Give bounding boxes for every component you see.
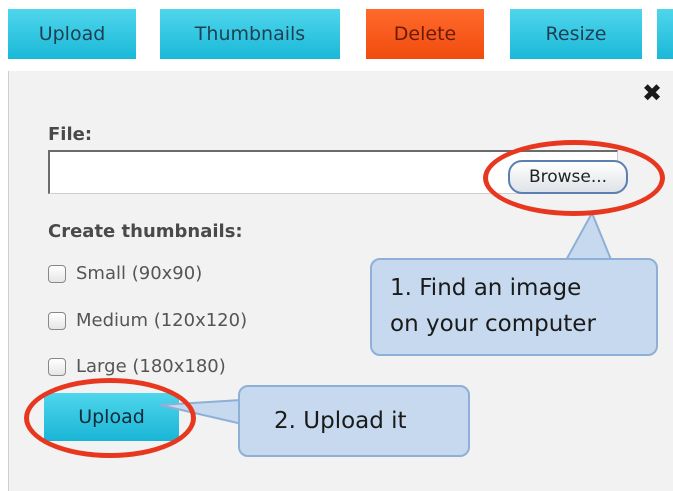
callout-find-image: 1. Find an image on your computer xyxy=(370,258,658,356)
callout-upload-it: 2. Upload it xyxy=(238,385,470,457)
callout1-line1: 1. Find an image xyxy=(390,275,582,301)
callout1-line2: on your computer xyxy=(390,311,596,337)
callout2-pointer xyxy=(159,398,243,426)
callout2-text: 2. Upload it xyxy=(274,408,407,434)
callout1-pointer xyxy=(563,210,614,263)
